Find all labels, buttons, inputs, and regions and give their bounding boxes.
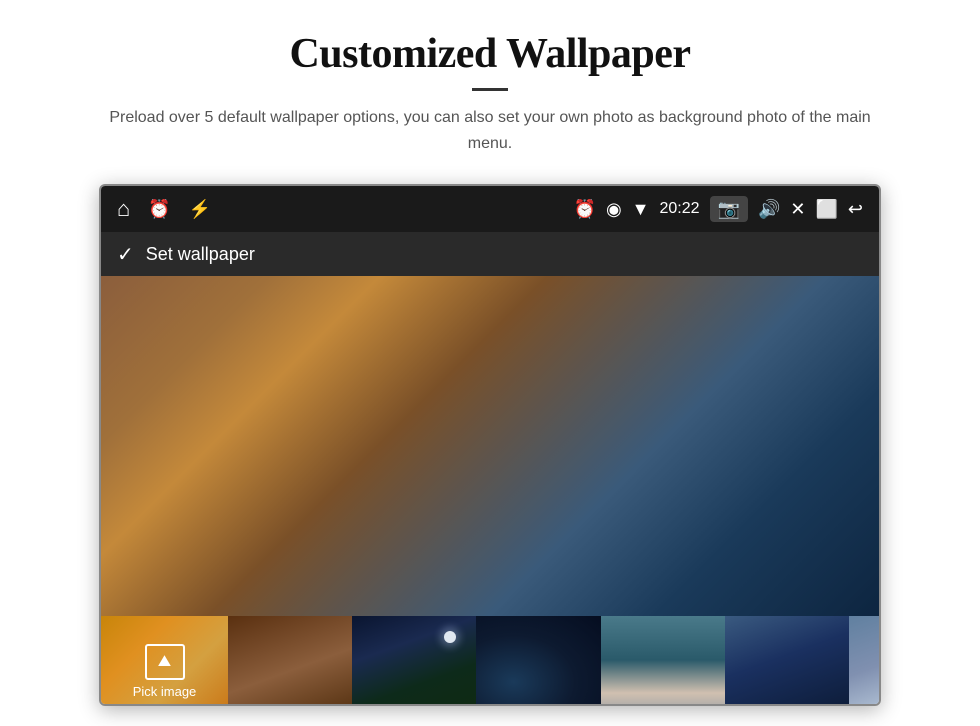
- wallpaper-thumb-4[interactable]: [601, 616, 725, 706]
- usb-icon: ⚡: [189, 200, 211, 218]
- alarm-icon-right: ⏰: [574, 200, 596, 218]
- home-icon[interactable]: ⌂: [117, 196, 130, 222]
- pick-image-icon: [145, 644, 185, 680]
- location-icon: ◉: [606, 200, 622, 218]
- time-display: 20:22: [660, 200, 700, 218]
- close-icon[interactable]: ✕: [790, 200, 805, 218]
- page-subtitle: Preload over 5 default wallpaper options…: [100, 105, 880, 156]
- status-right-icons: ⏰ ◉ ▼ 20:22 📷 🔊 ✕ ⬜ ↩: [574, 196, 863, 222]
- wallpaper-thumb-3[interactable]: [476, 616, 600, 706]
- toolbar: ✓ Set wallpaper: [101, 232, 879, 276]
- toolbar-label: Set wallpaper: [146, 244, 255, 265]
- title-section: Customized Wallpaper Preload over 5 defa…: [100, 30, 880, 156]
- wallpaper-preview: [101, 276, 879, 616]
- wallpaper-thumb-2[interactable]: [352, 616, 476, 706]
- wallpaper-thumb-partial[interactable]: [849, 616, 879, 706]
- pick-image-button[interactable]: Pick image: [101, 616, 228, 706]
- pick-image-label: Pick image: [133, 684, 197, 699]
- status-left-icons: ⌂ ⏰ ⚡: [117, 196, 211, 222]
- status-bar: ⌂ ⏰ ⚡ ⏰ ◉ ▼ 20:22 📷 🔊 ✕ ⬜ ↩: [101, 186, 879, 232]
- volume-icon[interactable]: 🔊: [758, 200, 780, 218]
- camera-button[interactable]: 📷: [710, 196, 748, 222]
- wifi-icon: ▼: [632, 200, 650, 218]
- window-icon[interactable]: ⬜: [815, 200, 837, 218]
- title-divider: [472, 88, 508, 91]
- wallpaper-thumb-5[interactable]: [725, 616, 849, 706]
- page-title: Customized Wallpaper: [100, 30, 880, 78]
- alarm-icon-left: ⏰: [148, 200, 170, 218]
- wallpaper-thumb-1[interactable]: [228, 616, 352, 706]
- thumbnail-strip: Pick image: [101, 616, 879, 706]
- page-container: Customized Wallpaper Preload over 5 defa…: [0, 0, 980, 726]
- camera-icon: 📷: [718, 200, 740, 218]
- device-frame: ⌂ ⏰ ⚡ ⏰ ◉ ▼ 20:22 📷 🔊 ✕ ⬜ ↩ ✓ Set wallpa…: [99, 184, 881, 706]
- back-icon[interactable]: ↩: [848, 200, 863, 218]
- check-icon[interactable]: ✓: [117, 242, 134, 267]
